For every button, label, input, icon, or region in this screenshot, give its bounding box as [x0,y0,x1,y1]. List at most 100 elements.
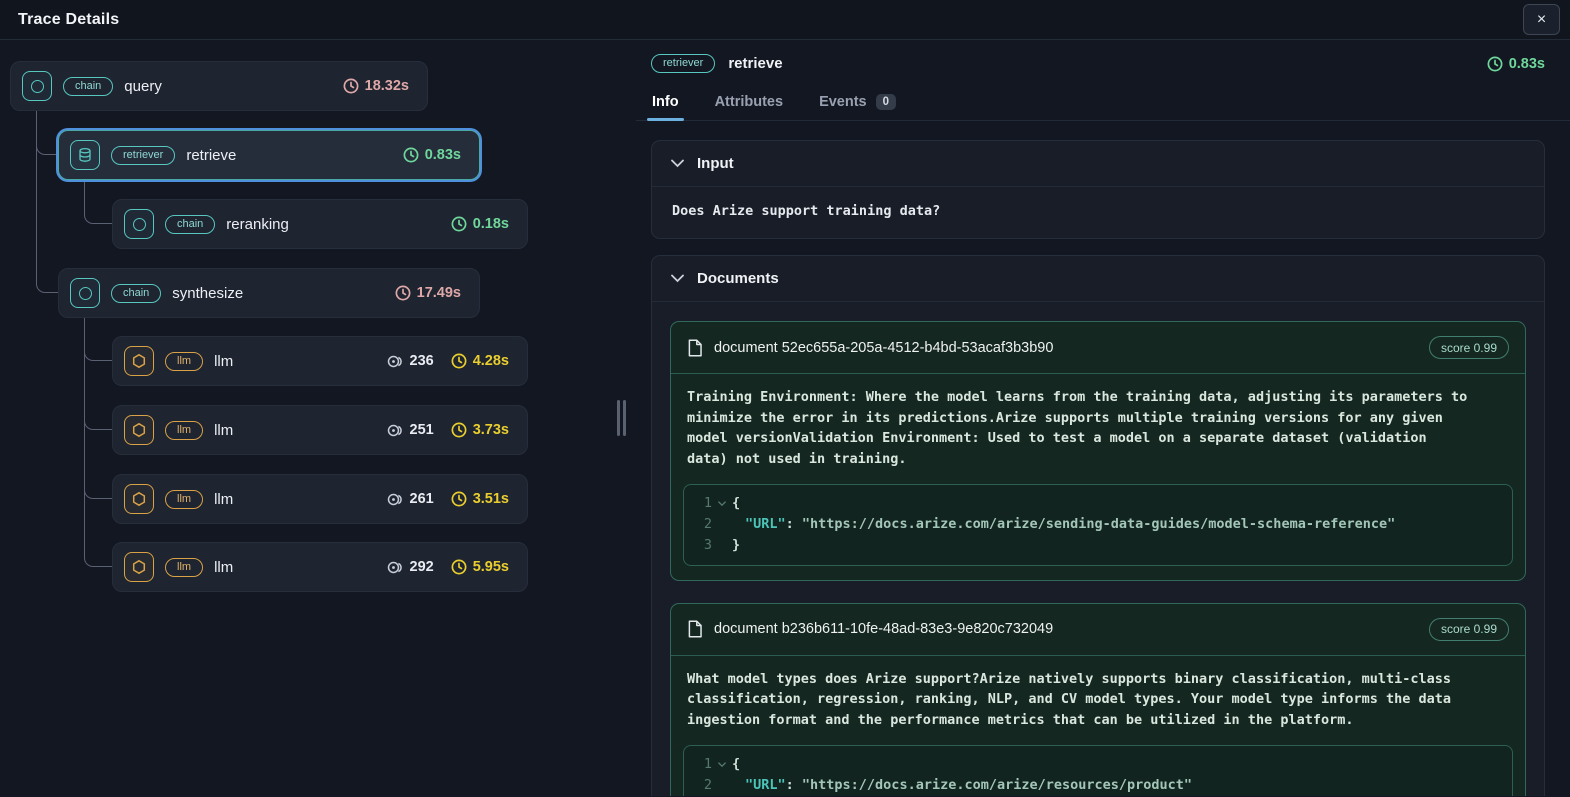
span-duration: 3.51s [451,491,509,507]
span-duration: 0.83s [403,147,461,163]
clock-icon [1487,56,1503,72]
trace-span-row[interactable]: llm llm 251 3.73s [112,405,528,455]
code-line: 3 } [692,535,1502,556]
documents-section-header[interactable]: Documents [652,256,1544,302]
span-kind-icon [124,484,154,514]
json-value: "https://docs.arize.com/arize/sending-da… [802,516,1395,532]
llm-icon [131,559,147,575]
code-line: 1 { [692,754,1502,775]
code-line: 1 { [692,493,1502,514]
document-text: What model types does Arize support?Ariz… [671,656,1486,742]
span-duration: 0.18s [451,216,509,232]
span-kind-icon [22,71,52,101]
tokens-icon [387,561,403,574]
panel-divider [606,40,636,796]
llm-icon [131,353,147,369]
score-badge: score 0.99 [1429,336,1509,359]
span-name: synthesize [172,285,243,302]
json-value: "https://docs.arize.com/arize/resources/… [802,777,1192,793]
trace-span-row[interactable]: llm llm 236 4.28s [112,336,528,386]
events-count-badge: 0 [876,94,896,110]
json-key: "URL" [745,777,786,793]
document-card-header: document b236b611-10fe-48ad-83e3-9e820c7… [671,604,1525,656]
span-kind-icon [124,552,154,582]
clock-icon [395,285,411,301]
tab-attributes[interactable]: Attributes [714,87,784,120]
input-section-header[interactable]: Input [652,141,1544,187]
span-kind-badge: chain [165,215,215,234]
file-icon [687,339,703,357]
chevron-down-icon[interactable] [671,274,684,283]
clock-icon [451,422,467,438]
llm-icon [131,422,147,438]
tab-bar: Info Attributes Events 0 [636,82,1570,121]
span-name: query [124,78,162,95]
tokens-icon [387,424,403,437]
chevron-down-icon[interactable] [671,159,684,168]
tab-events[interactable]: Events 0 [818,87,897,120]
span-kind-badge: llm [165,421,203,440]
llm-icon [131,491,147,507]
trace-span-row[interactable]: chain query 18.32s [10,61,428,111]
json-key: "URL" [745,516,786,532]
span-name: retrieve [186,147,236,164]
line-number: 3 [692,535,712,556]
span-kind-icon [70,278,100,308]
documents-section-title: Documents [697,270,779,287]
file-icon [687,620,703,638]
clock-icon [403,147,419,163]
span-name: llm [214,559,233,576]
fold-caret-icon[interactable] [712,493,732,514]
document-card-header: document 52ec655a-205a-4512-b4bd-53acaf3… [671,322,1525,374]
span-duration: 3.73s [451,422,509,438]
token-count: 251 [387,422,434,438]
trace-span-row[interactable]: chain synthesize 17.49s [58,268,480,318]
clock-icon [343,78,359,94]
span-kind-icon [124,209,154,239]
document-card: document 52ec655a-205a-4512-b4bd-53acaf3… [670,321,1526,581]
clock-icon [451,559,467,575]
code-line: 2 "URL": "https://docs.arize.com/arize/s… [692,514,1502,535]
close-button[interactable]: × [1523,4,1560,35]
input-text: Does Arize support training data? [652,187,1544,238]
input-section-title: Input [697,155,734,172]
score-badge: score 0.99 [1429,618,1509,641]
code-line: 2 "URL": "https://docs.arize.com/arize/r… [692,775,1502,796]
span-name: llm [214,491,233,508]
span-kind-badge: llm [165,490,203,509]
trace-span-row[interactable]: llm llm 261 3.51s [112,474,528,524]
trace-span-row[interactable]: chain reranking 0.18s [112,199,528,249]
code-block: 1 { 2 "URL": "https://docs.arize.com/ari… [683,745,1513,796]
panel-title: Trace Details [18,11,119,29]
trace-details-panel: Trace Details × chain query 18.32s [0,0,1570,796]
document-card: document b236b611-10fe-48ad-83e3-9e820c7… [670,603,1526,796]
retriever-icon [77,147,93,163]
document-text: Training Environment: Where the model le… [671,374,1486,480]
span-detail-header: retriever retrieve 0.83s [636,40,1570,82]
tokens-icon [387,493,403,506]
line-number: 1 [692,493,712,514]
line-number: 2 [692,775,712,796]
documents-section: Documents document 52ec655a-205a-4512-b4… [651,255,1545,796]
trace-tree: chain query 18.32s retriever retrieve [0,40,606,796]
span-kind-badge: retriever [651,54,715,73]
span-duration: 17.49s [395,285,461,301]
span-name: reranking [226,216,289,233]
token-count: 236 [387,353,434,369]
tab-info[interactable]: Info [651,87,680,120]
span-name: llm [214,422,233,439]
span-kind-icon [124,346,154,376]
panel-resize-handle[interactable] [613,396,630,440]
fold-caret-icon[interactable] [712,754,732,775]
trace-span-row[interactable]: retriever retrieve 0.83s [58,130,480,180]
clock-icon [451,353,467,369]
span-detail-panel: retriever retrieve 0.83s Info Attributes… [636,40,1570,796]
span-name: llm [214,353,233,370]
span-duration: 5.95s [451,559,509,575]
chain-icon [31,80,44,93]
input-section: Input Does Arize support training data? [651,140,1545,239]
span-kind-icon [124,415,154,445]
document-title: document b236b611-10fe-48ad-83e3-9e820c7… [714,621,1053,637]
trace-span-row[interactable]: llm llm 292 5.95s [112,542,528,592]
span-kind-badge: chain [111,284,161,303]
